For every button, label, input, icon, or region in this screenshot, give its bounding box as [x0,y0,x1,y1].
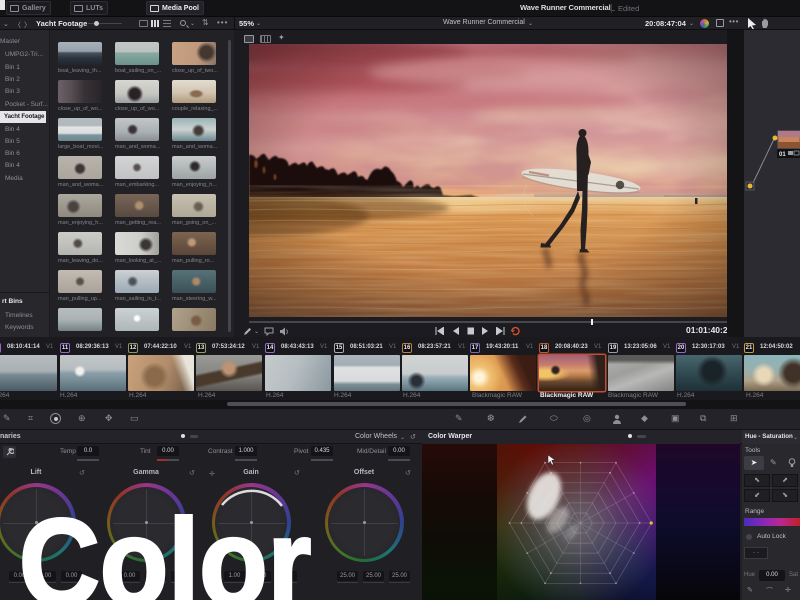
svg-text:01: 01 [779,152,786,158]
